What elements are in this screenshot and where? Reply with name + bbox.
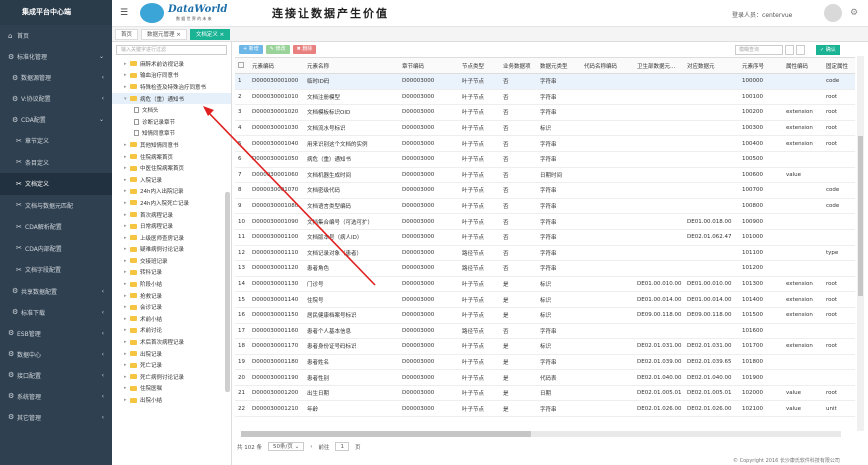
arrow-line	[207, 111, 376, 286]
arrow-head	[203, 106, 214, 116]
annotation-arrow	[203, 106, 376, 286]
